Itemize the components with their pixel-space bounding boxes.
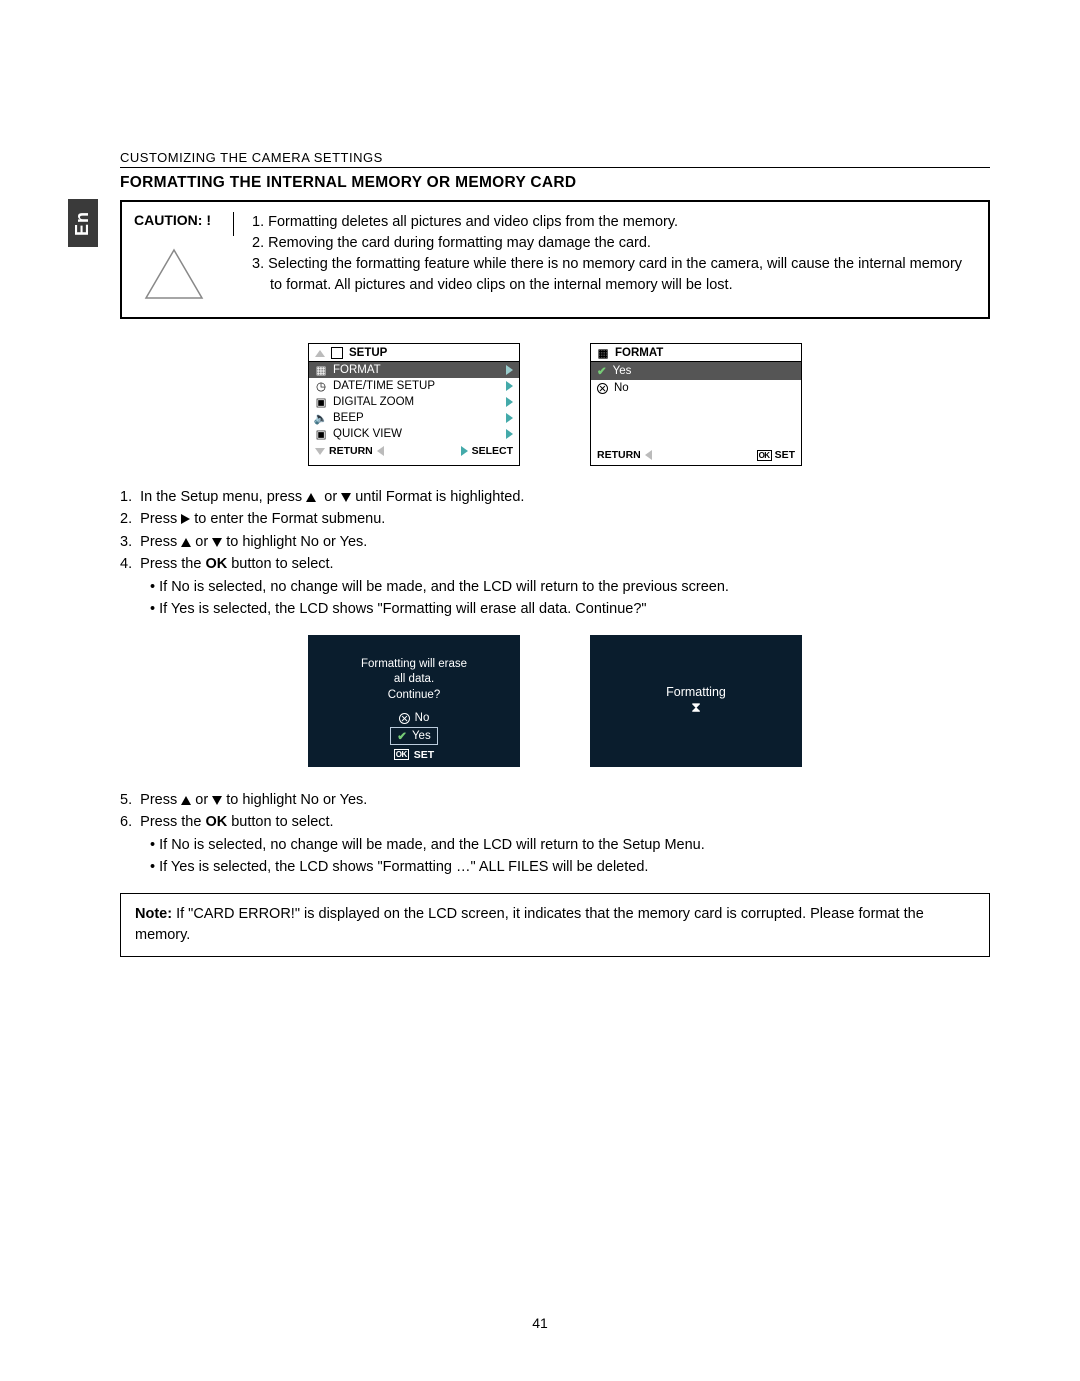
lcd-confirm: Formatting will erase all data. Continue… (308, 635, 520, 767)
hourglass-icon: ⧗ (691, 699, 701, 716)
speaker-icon: 🔈 (315, 412, 327, 424)
step-sub: • If Yes is selected, the LCD shows "For… (120, 856, 990, 878)
lcd-footer-set: SET (775, 449, 795, 461)
check-icon: ✔ (397, 729, 407, 743)
note-text: If "CARD ERROR!" is displayed on the LCD… (135, 906, 924, 943)
lcd-item: 🔈BEEP (309, 410, 519, 426)
lcd-item: ▣DIGITAL ZOOM (309, 394, 519, 410)
caution-box: CAUTION: ! 1. Formatting deletes all pic… (120, 200, 990, 319)
breadcrumb: CUSTOMIZING THE CAMERA SETTINGS (120, 150, 990, 168)
caution-text: 1. Formatting deletes all pictures and v… (252, 212, 976, 305)
lcd-setup: SETUP ▦FORMAT ◷DATE/TIME SETUP ▣DIGITAL … (308, 343, 520, 466)
gear-icon (331, 347, 343, 359)
caution-item: 3. Selecting the formatting feature whil… (252, 254, 976, 296)
triangle-right-icon (506, 413, 513, 423)
eye-icon: ▣ (315, 428, 327, 440)
lcd-row-2: Formatting will erase all data. Continue… (120, 635, 990, 767)
step-sub: • If Yes is selected, the LCD shows "For… (120, 598, 990, 620)
triangle-up-icon (181, 538, 191, 547)
caution-label: CAUTION: ! (134, 212, 234, 236)
triangle-left-icon (377, 446, 384, 456)
steps-block-2: 5. Press or to highlight No or Yes. 6. P… (120, 789, 990, 879)
ok-icon: OK (394, 749, 409, 760)
step-sub: • If No is selected, no change will be m… (120, 576, 990, 598)
triangle-right-icon (506, 365, 513, 375)
grid-icon: ▦ (315, 364, 327, 376)
lcd-title: SETUP (349, 347, 387, 359)
lcd-footer-return: RETURN (597, 449, 641, 461)
language-tab-label: En (72, 210, 93, 235)
triangle-right-icon (506, 429, 513, 439)
section-title: FORMATTING THE INTERNAL MEMORY OR MEMORY… (120, 174, 990, 192)
steps-block-1: 1. In the Setup menu, press or until For… (120, 486, 990, 621)
triangle-down-icon (315, 448, 325, 455)
zoom-icon: ▣ (315, 396, 327, 408)
confirm-message: Formatting will erase all data. Continue… (361, 657, 467, 704)
option-no: No (393, 711, 436, 725)
language-tab: En (68, 199, 98, 247)
lcd-item-yes: ✔Yes (591, 362, 801, 380)
triangle-right-icon (506, 381, 513, 391)
triangle-right-icon (506, 397, 513, 407)
progress-label: Formatting (666, 685, 726, 699)
lcd-row-1: SETUP ▦FORMAT ◷DATE/TIME SETUP ▣DIGITAL … (120, 343, 990, 466)
lcd-item-format: ▦FORMAT (309, 362, 519, 378)
triangle-down-icon (341, 493, 351, 502)
ok-icon: OK (757, 450, 772, 461)
step: 5. Press or to highlight No or Yes. (120, 789, 990, 811)
triangle-down-icon (212, 538, 222, 547)
x-circle-icon (399, 713, 410, 724)
triangle-right-icon (181, 514, 190, 524)
caution-item: 1. Formatting deletes all pictures and v… (252, 212, 976, 233)
triangle-down-icon (212, 796, 222, 805)
lcd-format: ▦ FORMAT ✔Yes No RETURN OKSET (590, 343, 802, 466)
step: 1. In the Setup menu, press or until For… (120, 486, 990, 508)
step: 4. Press the OK button to select. (120, 553, 990, 575)
step-sub: • If No is selected, no change will be m… (120, 834, 990, 856)
lcd-item-no: No (591, 380, 801, 396)
option-yes: ✔Yes (390, 727, 437, 745)
step: 6. Press the OK button to select. (120, 811, 990, 833)
note-box: Note: If "CARD ERROR!" is displayed on t… (120, 893, 990, 957)
caution-item: 2. Removing the card during formatting m… (252, 233, 976, 254)
note-label: Note: (135, 906, 172, 922)
grid-icon: ▦ (597, 347, 609, 359)
triangle-left-icon (645, 450, 652, 460)
step: 3. Press or to highlight No or Yes. (120, 531, 990, 553)
clock-icon: ◷ (315, 380, 327, 392)
confirm-footer: OKSET (308, 749, 520, 761)
lcd-footer-return: RETURN (329, 445, 373, 457)
confirm-options: No ✔Yes (390, 711, 437, 745)
triangle-up-icon (306, 493, 316, 502)
lcd-progress: Formatting ⧗ (590, 635, 802, 767)
x-circle-icon (597, 383, 608, 394)
step: 2. Press to enter the Format submenu. (120, 508, 990, 530)
lcd-footer-select: SELECT (472, 445, 513, 457)
warning-triangle-icon (144, 248, 204, 300)
triangle-right-icon (461, 446, 468, 456)
page-number: 41 (0, 1315, 1080, 1331)
lcd-item: ◷DATE/TIME SETUP (309, 378, 519, 394)
triangle-up-icon (181, 796, 191, 805)
check-icon: ✔ (597, 364, 607, 378)
lcd-title: FORMAT (615, 347, 663, 359)
triangle-up-icon (315, 350, 325, 357)
lcd-item: ▣QUICK VIEW (309, 426, 519, 442)
